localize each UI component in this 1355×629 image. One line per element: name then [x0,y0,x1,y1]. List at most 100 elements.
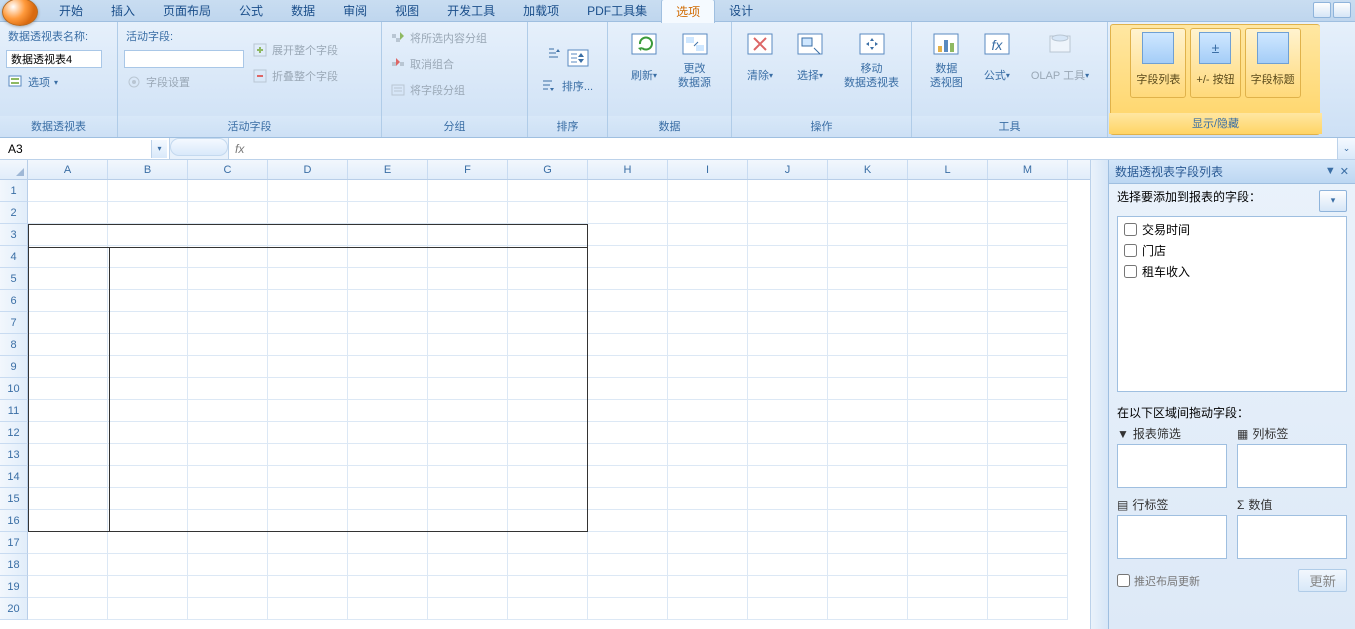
tab-developer[interactable]: 开发工具 [433,0,509,22]
tab-data[interactable]: 数据 [277,0,329,22]
cell[interactable] [588,466,668,488]
cell[interactable] [508,268,588,290]
cell[interactable] [348,400,428,422]
row-header[interactable]: 11 [0,400,28,422]
cell[interactable] [908,312,988,334]
formula-input[interactable]: fx [228,138,1337,159]
cell[interactable] [588,510,668,532]
field-settings-button[interactable]: 字段设置 [124,72,244,92]
row-header[interactable]: 6 [0,290,28,312]
group-selection-button[interactable]: 将所选内容分组 [388,28,489,48]
cell[interactable] [28,466,108,488]
cell[interactable] [348,202,428,224]
cell[interactable] [508,180,588,202]
cell[interactable] [108,356,188,378]
cell[interactable] [668,180,748,202]
row-header[interactable]: 19 [0,576,28,598]
cell[interactable] [28,400,108,422]
cell[interactable] [828,312,908,334]
cell[interactable] [508,224,588,246]
cell[interactable] [348,488,428,510]
column-header[interactable]: I [668,160,748,179]
row-header[interactable]: 12 [0,422,28,444]
column-header[interactable]: M [988,160,1068,179]
cell[interactable] [988,378,1068,400]
olap-button[interactable]: OLAP 工具▾ [1025,26,1095,92]
pivot-options-button[interactable]: 选项 ▾ [6,72,102,92]
cell[interactable] [908,246,988,268]
cell[interactable] [28,202,108,224]
cell[interactable] [748,356,828,378]
spreadsheet-grid[interactable]: A B C D E F G H I J K L M 12345678910111… [0,160,1090,629]
rows-drop-area[interactable] [1117,515,1227,559]
cell[interactable] [28,576,108,598]
cell[interactable] [908,422,988,444]
cell[interactable] [668,224,748,246]
cell[interactable] [428,422,508,444]
cell[interactable] [828,554,908,576]
cell[interactable] [508,532,588,554]
cell[interactable] [828,576,908,598]
cell[interactable] [668,576,748,598]
cell[interactable] [348,466,428,488]
filter-drop-area[interactable] [1117,444,1227,488]
cell[interactable] [508,356,588,378]
cell[interactable] [908,466,988,488]
cell[interactable] [668,202,748,224]
cell[interactable] [28,268,108,290]
cell[interactable] [108,554,188,576]
sort-asc-icon[interactable] [546,46,562,62]
cell[interactable] [988,466,1068,488]
cell[interactable] [268,510,348,532]
column-header[interactable]: H [588,160,668,179]
cell[interactable] [108,576,188,598]
cell[interactable] [828,202,908,224]
cell[interactable] [508,290,588,312]
cell[interactable] [668,510,748,532]
active-field-input[interactable] [124,50,244,68]
cell[interactable] [348,422,428,444]
defer-checkbox[interactable] [1117,574,1130,587]
cell[interactable] [828,334,908,356]
cell[interactable] [428,180,508,202]
cell[interactable] [908,554,988,576]
cell[interactable] [668,400,748,422]
cell[interactable] [268,598,348,620]
cell[interactable] [108,532,188,554]
cell[interactable] [668,488,748,510]
tab-pdf[interactable]: PDF工具集 [573,0,661,22]
cell[interactable] [428,466,508,488]
cell[interactable] [348,576,428,598]
vertical-scrollbar[interactable] [1090,160,1108,629]
refresh-button[interactable]: 刷新▾ [622,26,666,92]
sort-dialog-icon[interactable] [566,46,590,70]
column-header[interactable]: E [348,160,428,179]
cell[interactable] [508,312,588,334]
layout-options-button[interactable]: ▾ [1319,190,1347,212]
cell[interactable] [108,312,188,334]
cell[interactable] [988,268,1068,290]
cell[interactable] [188,224,268,246]
cell[interactable] [908,224,988,246]
cell[interactable] [268,444,348,466]
cell[interactable] [588,246,668,268]
cell[interactable] [268,268,348,290]
cell[interactable] [348,224,428,246]
cell[interactable] [828,400,908,422]
cell[interactable] [748,422,828,444]
select-all-button[interactable] [0,160,28,179]
cell[interactable] [268,532,348,554]
cell[interactable] [188,202,268,224]
cell[interactable] [828,180,908,202]
restore-button[interactable] [1333,2,1351,18]
cell[interactable] [828,488,908,510]
column-header[interactable]: B [108,160,188,179]
cell[interactable] [908,510,988,532]
cell[interactable] [28,444,108,466]
tab-insert[interactable]: 插入 [97,0,149,22]
cell[interactable] [28,510,108,532]
cell[interactable] [828,532,908,554]
cell[interactable] [668,532,748,554]
cell[interactable] [188,510,268,532]
cell[interactable] [508,202,588,224]
